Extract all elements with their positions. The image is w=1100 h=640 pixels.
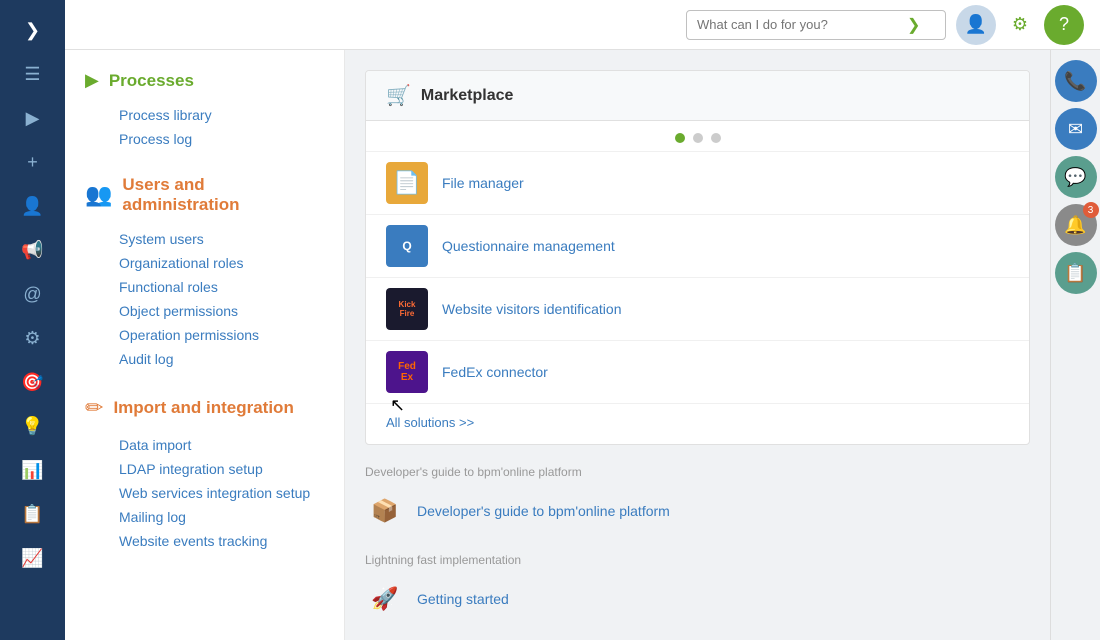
nav-link-process-log[interactable]: Process log [85, 127, 324, 151]
nav-link-op-permissions[interactable]: Operation permissions [85, 323, 324, 347]
import-title: Import and integration [113, 398, 293, 418]
item-name-3[interactable]: FedEx connector [442, 364, 548, 380]
email-button[interactable]: ✉ [1055, 108, 1097, 150]
sidebar-tools[interactable]: ⚙ [13, 318, 53, 358]
chat-button[interactable]: 💬 [1055, 156, 1097, 198]
nav-link-website-events[interactable]: Website events tracking [85, 529, 324, 553]
marketplace-item-1: Q Questionnaire management [366, 214, 1029, 277]
all-solutions: All solutions >> [366, 403, 1029, 444]
nav-link-process-library[interactable]: Process library [85, 103, 324, 127]
guide-label-0: Developer's guide to bpm'online platform [365, 465, 1030, 479]
import-section: ✏ Import and integration Data import LDA… [85, 395, 324, 553]
nav-link-func-roles[interactable]: Functional roles [85, 275, 324, 299]
guide-item-1: 🚀 Getting started [365, 573, 1030, 625]
processes-play-icon: ▶ [85, 70, 99, 91]
sidebar-chevron-right[interactable]: ❯ [13, 10, 53, 50]
marketplace-item-2: KickFire Website visitors identification [366, 277, 1029, 340]
search-arrow-icon[interactable]: ❯ [907, 15, 920, 35]
users-icon: 👥 [85, 182, 112, 208]
dot-3[interactable] [711, 133, 721, 143]
help-icon[interactable]: ? [1044, 5, 1084, 45]
search-box[interactable]: ❯ [686, 10, 946, 40]
right-panel: 🛒 Marketplace 📄 File manager Q Questionn… [345, 50, 1050, 640]
sidebar-play[interactable]: ▶ [13, 98, 53, 138]
item-name-2[interactable]: Website visitors identification [442, 301, 621, 317]
left-nav: ▶ Processes Process library Process log … [65, 50, 345, 640]
sidebar-plus[interactable]: + [13, 142, 53, 182]
user-avatar[interactable]: 👤 [956, 5, 996, 45]
sidebar-narrow: ❯ ☰ ▶ + 👤 📢 @ ⚙ 🎯 💡 📊 📋 📈 [0, 0, 65, 640]
nav-link-audit-log[interactable]: Audit log [85, 347, 324, 371]
processes-title: Processes [109, 71, 194, 91]
marketplace-card: 🛒 Marketplace 📄 File manager Q Questionn… [365, 70, 1030, 445]
dot-1[interactable] [675, 133, 685, 143]
sidebar-user[interactable]: 👤 [13, 186, 53, 226]
guide-section-0: Developer's guide to bpm'online platform… [365, 465, 1030, 537]
nav-link-mailing-log[interactable]: Mailing log [85, 505, 324, 529]
gear-icon[interactable]: ⚙ [1000, 5, 1040, 45]
sidebar-megaphone[interactable]: 📢 [13, 230, 53, 270]
sidebar-table2[interactable]: 📋 [13, 494, 53, 534]
nav-link-org-roles[interactable]: Organizational roles [85, 251, 324, 275]
search-input[interactable] [697, 17, 907, 32]
sidebar-lightbulb[interactable]: 💡 [13, 406, 53, 446]
cart-icon: 🛒 [386, 83, 411, 108]
main-content: ❯ 👤 ⚙ ? ▶ Processes Process library Proc… [65, 0, 1100, 640]
getting-started-icon: 🚀 [365, 579, 405, 619]
phone-button[interactable]: 📞 [1055, 60, 1097, 102]
item-name-1[interactable]: Questionnaire management [442, 238, 615, 254]
nav-link-ldap[interactable]: LDAP integration setup [85, 457, 324, 481]
list-button[interactable]: 📋 [1055, 252, 1097, 294]
import-icon: ✏ [85, 395, 103, 421]
all-solutions-link[interactable]: All solutions >> [386, 415, 474, 430]
dev-guide-icon: 📦 [365, 491, 405, 531]
bell-button[interactable]: 🔔 3 [1055, 204, 1097, 246]
sidebar-menu[interactable]: ☰ [13, 54, 53, 94]
kickfire-icon: KickFire [386, 288, 428, 330]
topbar: ❯ 👤 ⚙ ? [65, 0, 1100, 50]
getting-started-link[interactable]: Getting started [417, 591, 509, 607]
users-section: 👥 Users and administration System users … [85, 175, 324, 371]
processes-header: ▶ Processes [85, 70, 324, 91]
sidebar-chart[interactable]: 📈 [13, 538, 53, 578]
body-split: ▶ Processes Process library Process log … [65, 50, 1100, 640]
dev-guide-link[interactable]: Developer's guide to bpm'online platform [417, 503, 670, 519]
guide-item-0: 📦 Developer's guide to bpm'online platfo… [365, 485, 1030, 537]
users-header: 👥 Users and administration [85, 175, 324, 215]
marketplace-item-0: 📄 File manager [366, 151, 1029, 214]
guide-section-1: Lightning fast implementation 🚀 Getting … [365, 553, 1030, 625]
guide-label-1: Lightning fast implementation [365, 553, 1030, 567]
nav-link-web-services[interactable]: Web services integration setup [85, 481, 324, 505]
questionnaire-icon: Q [386, 225, 428, 267]
bell-badge: 3 [1083, 202, 1099, 218]
item-name-0[interactable]: File manager [442, 175, 524, 191]
right-float-panel: 📞 ✉ 💬 🔔 3 📋 [1050, 50, 1100, 640]
sidebar-table1[interactable]: 📊 [13, 450, 53, 490]
fedex-icon: FedEx [386, 351, 428, 393]
nav-link-object-permissions[interactable]: Object permissions [85, 299, 324, 323]
marketplace-item-3: FedEx FedEx connector [366, 340, 1029, 403]
processes-section: ▶ Processes Process library Process log [85, 70, 324, 151]
marketplace-header: 🛒 Marketplace [366, 71, 1029, 121]
nav-link-system-users[interactable]: System users [85, 227, 324, 251]
file-manager-icon: 📄 [386, 162, 428, 204]
dot-2[interactable] [693, 133, 703, 143]
users-title: Users and administration [122, 175, 324, 215]
import-header: ✏ Import and integration [85, 395, 324, 421]
sidebar-at[interactable]: @ [13, 274, 53, 314]
nav-link-data-import[interactable]: Data import [85, 433, 324, 457]
carousel-dots [366, 121, 1029, 151]
marketplace-title: Marketplace [421, 87, 514, 105]
sidebar-target[interactable]: 🎯 [13, 362, 53, 402]
